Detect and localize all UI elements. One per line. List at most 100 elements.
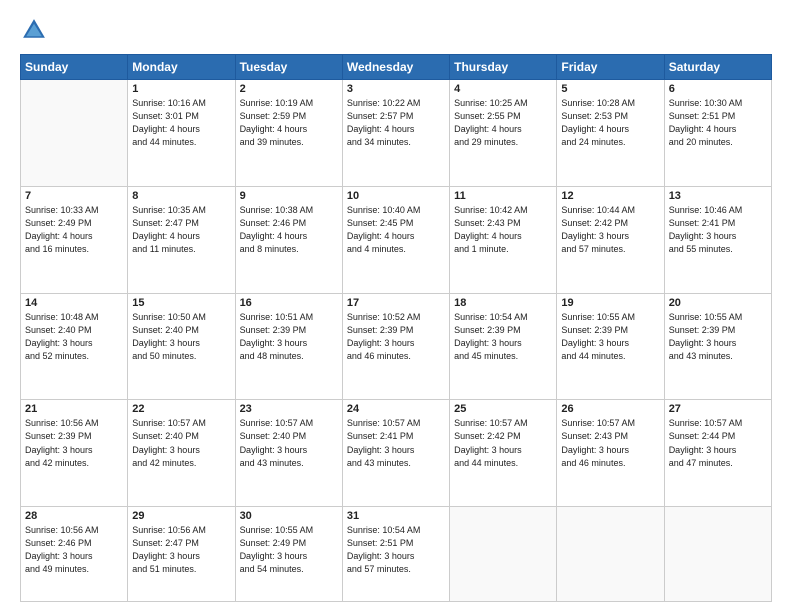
calendar-cell: 25 Sunrise: 10:57 AM Sunset: 2:42 PM Dayl…: [450, 400, 557, 507]
day-number: 7: [25, 190, 123, 202]
calendar-cell: 21Sunrise: 10:56 AM Sunset: 2:39 PM Dayl…: [21, 400, 128, 507]
day-number: 25: [454, 403, 552, 415]
day-number: 31: [347, 510, 445, 522]
calendar-cell: 20 Sunrise: 10:55 AM Sunset: 2:39 PM Dayl…: [664, 293, 771, 400]
day-number: 15: [132, 297, 230, 309]
calendar-cell: 10 Sunrise: 10:40 AM Sunset: 2:45 PM Dayl…: [342, 186, 449, 293]
day-info: Sunrise: 10:44 AM Sunset: 2:42 PM Daylig…: [561, 204, 659, 256]
day-number: 21: [25, 403, 123, 415]
day-info: Sunrise: 10:28 AM Sunset: 2:53 PM Daylig…: [561, 97, 659, 149]
day-info: Sunrise: 10:51 AM Sunset: 2:39 PM Daylig…: [240, 311, 338, 363]
day-info: Sunrise: 10:54 AM Sunset: 2:51 PM Daylig…: [347, 524, 445, 576]
day-number: 19: [561, 297, 659, 309]
day-number: 29: [132, 510, 230, 522]
day-info: Sunrise: 10:33 AM Sunset: 2:49 PM Daylig…: [25, 204, 123, 256]
calendar-cell: 18 Sunrise: 10:54 AM Sunset: 2:39 PM Dayl…: [450, 293, 557, 400]
day-info: Sunrise: 10:56 AM Sunset: 2:47 PM Daylig…: [132, 524, 230, 576]
calendar-cell: 27 Sunrise: 10:57 AM Sunset: 2:44 PM Dayl…: [664, 400, 771, 507]
day-number: 9: [240, 190, 338, 202]
calendar-week-row: 7 Sunrise: 10:33 AM Sunset: 2:49 PM Dayli…: [21, 186, 772, 293]
day-number: 2: [240, 83, 338, 95]
day-number: 28: [25, 510, 123, 522]
day-info: Sunrise: 10:35 AM Sunset: 2:47 PM Daylig…: [132, 204, 230, 256]
day-number: 23: [240, 403, 338, 415]
day-info: Sunrise: 10:46 AM Sunset: 2:41 PM Daylig…: [669, 204, 767, 256]
day-info: Sunrise: 10:25 AM Sunset: 2:55 PM Daylig…: [454, 97, 552, 149]
day-number: 4: [454, 83, 552, 95]
calendar-header-row: SundayMondayTuesdayWednesdayThursdayFrid…: [21, 55, 772, 80]
calendar-cell: 14 Sunrise: 10:48 AM Sunset: 2:40 PM Dayl…: [21, 293, 128, 400]
day-info: Sunrise: 10:55 AM Sunset: 2:49 PM Daylig…: [240, 524, 338, 576]
day-info: Sunrise: 10:48 AM Sunset: 2:40 PM Daylig…: [25, 311, 123, 363]
day-number: 3: [347, 83, 445, 95]
day-of-week-header: Tuesday: [235, 55, 342, 80]
calendar-cell: 15 Sunrise: 10:50 AM Sunset: 2:40 PM Dayl…: [128, 293, 235, 400]
day-info: Sunrise: 10:57 AM Sunset: 2:40 PM Daylig…: [132, 417, 230, 469]
header: [20, 16, 772, 44]
day-info: Sunrise: 10:55 AM Sunset: 2:39 PM Daylig…: [669, 311, 767, 363]
calendar-cell: 17 Sunrise: 10:52 AM Sunset: 2:39 PM Dayl…: [342, 293, 449, 400]
calendar-cell: [664, 507, 771, 602]
calendar-cell: 22 Sunrise: 10:57 AM Sunset: 2:40 PM Dayl…: [128, 400, 235, 507]
day-info: Sunrise: 10:52 AM Sunset: 2:39 PM Daylig…: [347, 311, 445, 363]
day-of-week-header: Monday: [128, 55, 235, 80]
day-number: 17: [347, 297, 445, 309]
calendar-cell: [557, 507, 664, 602]
day-number: 5: [561, 83, 659, 95]
calendar-cell: 12 Sunrise: 10:44 AM Sunset: 2:42 PM Dayl…: [557, 186, 664, 293]
day-number: 30: [240, 510, 338, 522]
day-info: Sunrise: 10:57 AM Sunset: 2:44 PM Daylig…: [669, 417, 767, 469]
day-info: Sunrise: 10:42 AM Sunset: 2:43 PM Daylig…: [454, 204, 552, 256]
calendar-cell: [450, 507, 557, 602]
day-number: 22: [132, 403, 230, 415]
calendar-cell: 7 Sunrise: 10:33 AM Sunset: 2:49 PM Dayli…: [21, 186, 128, 293]
calendar-cell: 11Sunrise: 10:42 AM Sunset: 2:43 PM Dayl…: [450, 186, 557, 293]
day-number: 13: [669, 190, 767, 202]
day-info: Sunrise: 10:19 AM Sunset: 2:59 PM Daylig…: [240, 97, 338, 149]
day-number: 16: [240, 297, 338, 309]
calendar-cell: 29 Sunrise: 10:56 AM Sunset: 2:47 PM Dayl…: [128, 507, 235, 602]
day-info: Sunrise: 10:16 AM Sunset: 3:01 PM Daylig…: [132, 97, 230, 149]
day-of-week-header: Saturday: [664, 55, 771, 80]
day-number: 27: [669, 403, 767, 415]
day-number: 12: [561, 190, 659, 202]
day-info: Sunrise: 10:40 AM Sunset: 2:45 PM Daylig…: [347, 204, 445, 256]
calendar-cell: 4 Sunrise: 10:25 AM Sunset: 2:55 PM Dayli…: [450, 80, 557, 187]
calendar-cell: 24Sunrise: 10:57 AM Sunset: 2:41 PM Dayl…: [342, 400, 449, 507]
day-number: 24: [347, 403, 445, 415]
day-number: 8: [132, 190, 230, 202]
calendar-cell: 9Sunrise: 10:38 AM Sunset: 2:46 PM Dayli…: [235, 186, 342, 293]
calendar-cell: 6Sunrise: 10:30 AM Sunset: 2:51 PM Dayli…: [664, 80, 771, 187]
day-of-week-header: Thursday: [450, 55, 557, 80]
day-number: 14: [25, 297, 123, 309]
day-info: Sunrise: 10:50 AM Sunset: 2:40 PM Daylig…: [132, 311, 230, 363]
day-info: Sunrise: 10:57 AM Sunset: 2:43 PM Daylig…: [561, 417, 659, 469]
calendar-week-row: 21Sunrise: 10:56 AM Sunset: 2:39 PM Dayl…: [21, 400, 772, 507]
logo-icon: [20, 16, 48, 44]
calendar-cell: 16 Sunrise: 10:51 AM Sunset: 2:39 PM Dayl…: [235, 293, 342, 400]
calendar: SundayMondayTuesdayWednesdayThursdayFrid…: [20, 54, 772, 602]
day-info: Sunrise: 10:54 AM Sunset: 2:39 PM Daylig…: [454, 311, 552, 363]
calendar-cell: 28 Sunrise: 10:56 AM Sunset: 2:46 PM Dayl…: [21, 507, 128, 602]
logo: [20, 16, 52, 44]
calendar-cell: 8 Sunrise: 10:35 AM Sunset: 2:47 PM Dayli…: [128, 186, 235, 293]
day-info: Sunrise: 10:56 AM Sunset: 2:46 PM Daylig…: [25, 524, 123, 576]
calendar-cell: 5 Sunrise: 10:28 AM Sunset: 2:53 PM Dayli…: [557, 80, 664, 187]
day-number: 1: [132, 83, 230, 95]
page: SundayMondayTuesdayWednesdayThursdayFrid…: [0, 0, 792, 612]
calendar-week-row: 1 Sunrise: 10:16 AM Sunset: 3:01 PM Dayli…: [21, 80, 772, 187]
calendar-cell: [21, 80, 128, 187]
day-number: 20: [669, 297, 767, 309]
calendar-cell: 13 Sunrise: 10:46 AM Sunset: 2:41 PM Dayl…: [664, 186, 771, 293]
calendar-week-row: 28 Sunrise: 10:56 AM Sunset: 2:46 PM Dayl…: [21, 507, 772, 602]
day-info: Sunrise: 10:55 AM Sunset: 2:39 PM Daylig…: [561, 311, 659, 363]
day-of-week-header: Friday: [557, 55, 664, 80]
calendar-cell: 31 Sunrise: 10:54 AM Sunset: 2:51 PM Dayl…: [342, 507, 449, 602]
day-info: Sunrise: 10:57 AM Sunset: 2:40 PM Daylig…: [240, 417, 338, 469]
day-number: 18: [454, 297, 552, 309]
calendar-week-row: 14 Sunrise: 10:48 AM Sunset: 2:40 PM Dayl…: [21, 293, 772, 400]
calendar-cell: 26Sunrise: 10:57 AM Sunset: 2:43 PM Dayl…: [557, 400, 664, 507]
day-info: Sunrise: 10:57 AM Sunset: 2:42 PM Daylig…: [454, 417, 552, 469]
day-number: 10: [347, 190, 445, 202]
calendar-cell: 30 Sunrise: 10:55 AM Sunset: 2:49 PM Dayl…: [235, 507, 342, 602]
